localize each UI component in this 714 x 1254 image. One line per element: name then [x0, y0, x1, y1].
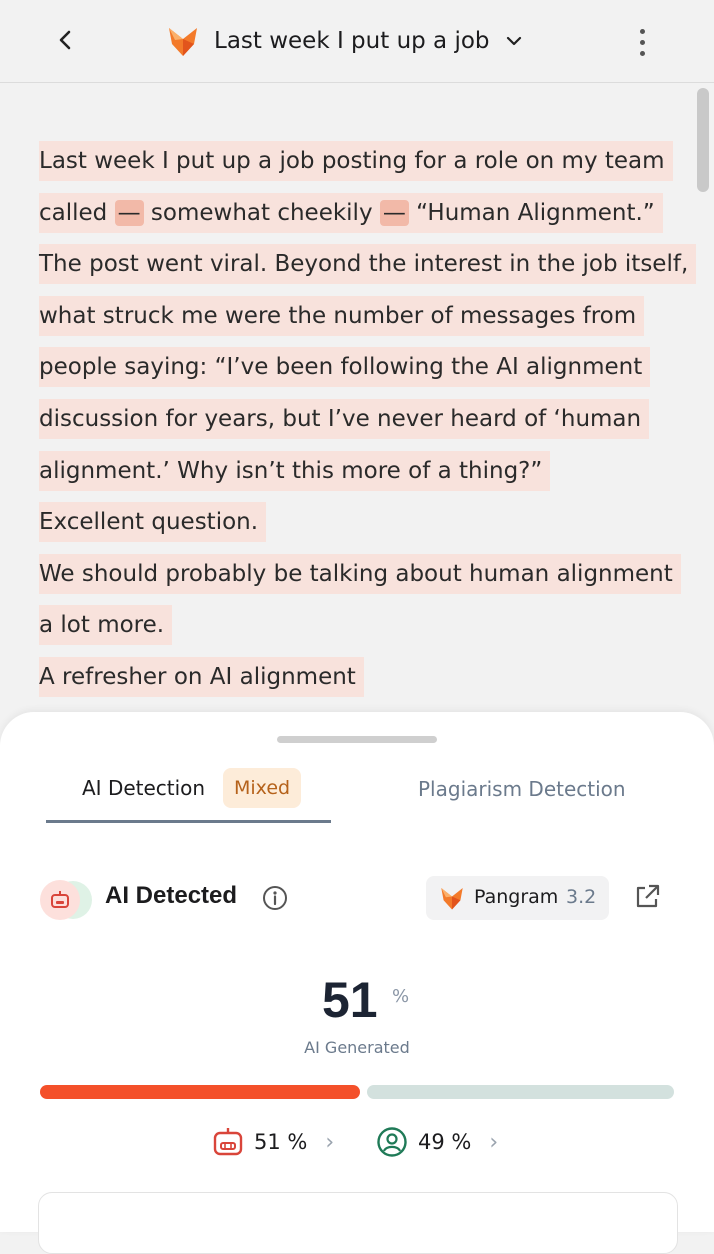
person-icon	[377, 1127, 407, 1157]
highlighted-text: We should probably be talking about huma…	[39, 553, 681, 646]
document-title: Last week I put up a job	[214, 28, 490, 54]
mixed-badge: Mixed	[223, 768, 302, 808]
robot-icon	[213, 1128, 243, 1156]
next-section-card	[38, 1192, 678, 1254]
tab-plagiarism-detection[interactable]: Plagiarism Detection	[400, 764, 650, 820]
detection-bottom-sheet: AI Detection Mixed Plagiarism Detection …	[0, 712, 714, 1254]
chevron-down-icon	[506, 36, 521, 46]
info-icon[interactable]	[262, 885, 288, 911]
tab-ai-detection[interactable]: AI Detection Mixed	[46, 764, 331, 823]
fox-logo-icon	[169, 28, 197, 56]
em-dash-highlight: —	[114, 199, 144, 226]
external-link-icon[interactable]	[632, 882, 662, 912]
top-app-bar: Last week I put up a job	[0, 0, 714, 83]
em-dash-highlight: —	[379, 199, 409, 226]
paragraph-text: somewhat cheekily	[143, 199, 380, 226]
drag-handle[interactable]	[277, 736, 437, 743]
chevron-left-icon	[59, 30, 71, 50]
paragraph-2: Excellent question.	[39, 497, 689, 549]
paragraph-1: Last week I put up a job posting for a r…	[39, 136, 697, 497]
chevron-right-icon: ›	[325, 1129, 335, 1155]
detection-result-label: AI Detected	[105, 882, 238, 909]
human-progress-bar	[367, 1085, 674, 1099]
back-button[interactable]	[48, 22, 84, 58]
human-stat-button[interactable]: 49 % ›	[376, 1126, 498, 1158]
paragraph-4: A refresher on AI alignment	[39, 652, 689, 704]
kebab-dot	[639, 50, 645, 56]
highlighted-text: Last week I put up a job posting for a r…	[39, 141, 697, 491]
ai-percentage-value: 51	[322, 972, 378, 1028]
ai-generated-caption: AI Generated	[304, 1038, 410, 1057]
paragraph-3: We should probably be talking about huma…	[39, 549, 689, 652]
ai-stat-value: 51 %	[254, 1130, 308, 1154]
tab-label: Plagiarism Detection	[418, 777, 626, 801]
document-body: Last week I put up a job posting for a r…	[39, 136, 697, 704]
more-options-button[interactable]	[624, 22, 660, 62]
highlighted-text: A refresher on AI alignment	[39, 656, 364, 697]
ai-progress-bar	[40, 1085, 360, 1099]
paragraph-text: “Human Alignment.” The post went viral. …	[39, 199, 689, 484]
highlighted-text: Excellent question.	[39, 502, 267, 543]
model-name: Pangram	[474, 886, 559, 908]
ai-circle	[40, 880, 80, 920]
ai-stat-button[interactable]: 51 % ›	[212, 1126, 334, 1158]
fox-logo-icon	[441, 888, 463, 910]
model-version: 3.2	[566, 886, 597, 908]
tab-label: AI Detection	[82, 776, 206, 800]
human-stat-value: 49 %	[418, 1130, 472, 1154]
kebab-dot	[639, 39, 645, 45]
model-selector-chip[interactable]: Pangram 3.2	[426, 876, 609, 920]
chevron-right-icon: ›	[489, 1129, 499, 1155]
robot-icon	[51, 891, 69, 908]
percent-symbol: %	[392, 986, 410, 1007]
document-title-dropdown[interactable]: Last week I put up a job	[166, 18, 524, 64]
scrollbar-thumb[interactable]	[697, 88, 709, 192]
detection-status-icon	[40, 880, 94, 920]
kebab-dot	[639, 28, 645, 34]
